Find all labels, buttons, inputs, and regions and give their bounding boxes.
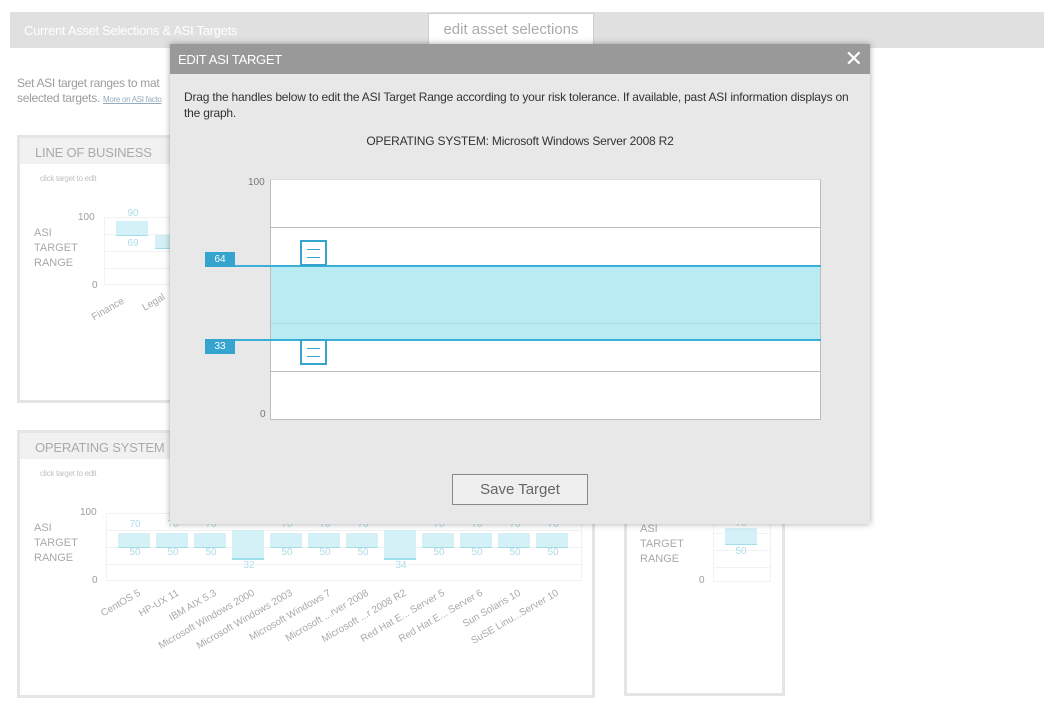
- modal-header: EDIT ASI TARGET ✕: [170, 44, 870, 74]
- lower-value-badge: 33: [205, 339, 235, 354]
- save-target-button[interactable]: Save Target: [452, 474, 588, 505]
- target-range-band: [271, 266, 820, 340]
- modal-instructions: Drag the handles below to edit the ASI T…: [184, 90, 849, 120]
- upper-drag-handle-icon[interactable]: [300, 240, 327, 266]
- upper-value-badge: 64: [205, 252, 235, 267]
- lower-drag-handle-icon[interactable]: [300, 339, 327, 365]
- asi-range-plot: [270, 179, 821, 420]
- plot-axis-max: 100: [248, 177, 265, 188]
- close-icon[interactable]: ✕: [845, 47, 863, 71]
- modal-title: EDIT ASI TARGET: [178, 52, 282, 67]
- plot-axis-min: 0: [260, 409, 266, 420]
- app-root: Current Asset Selections & ASI Targets e…: [0, 0, 1063, 712]
- edit-asi-target-modal: EDIT ASI TARGET ✕ Drag the handles below…: [170, 44, 870, 524]
- upper-handle-line[interactable]: [205, 265, 821, 267]
- operating-system-label: OPERATING SYSTEM: Microsoft Windows Serv…: [366, 134, 674, 148]
- lower-handle-line[interactable]: [205, 339, 821, 341]
